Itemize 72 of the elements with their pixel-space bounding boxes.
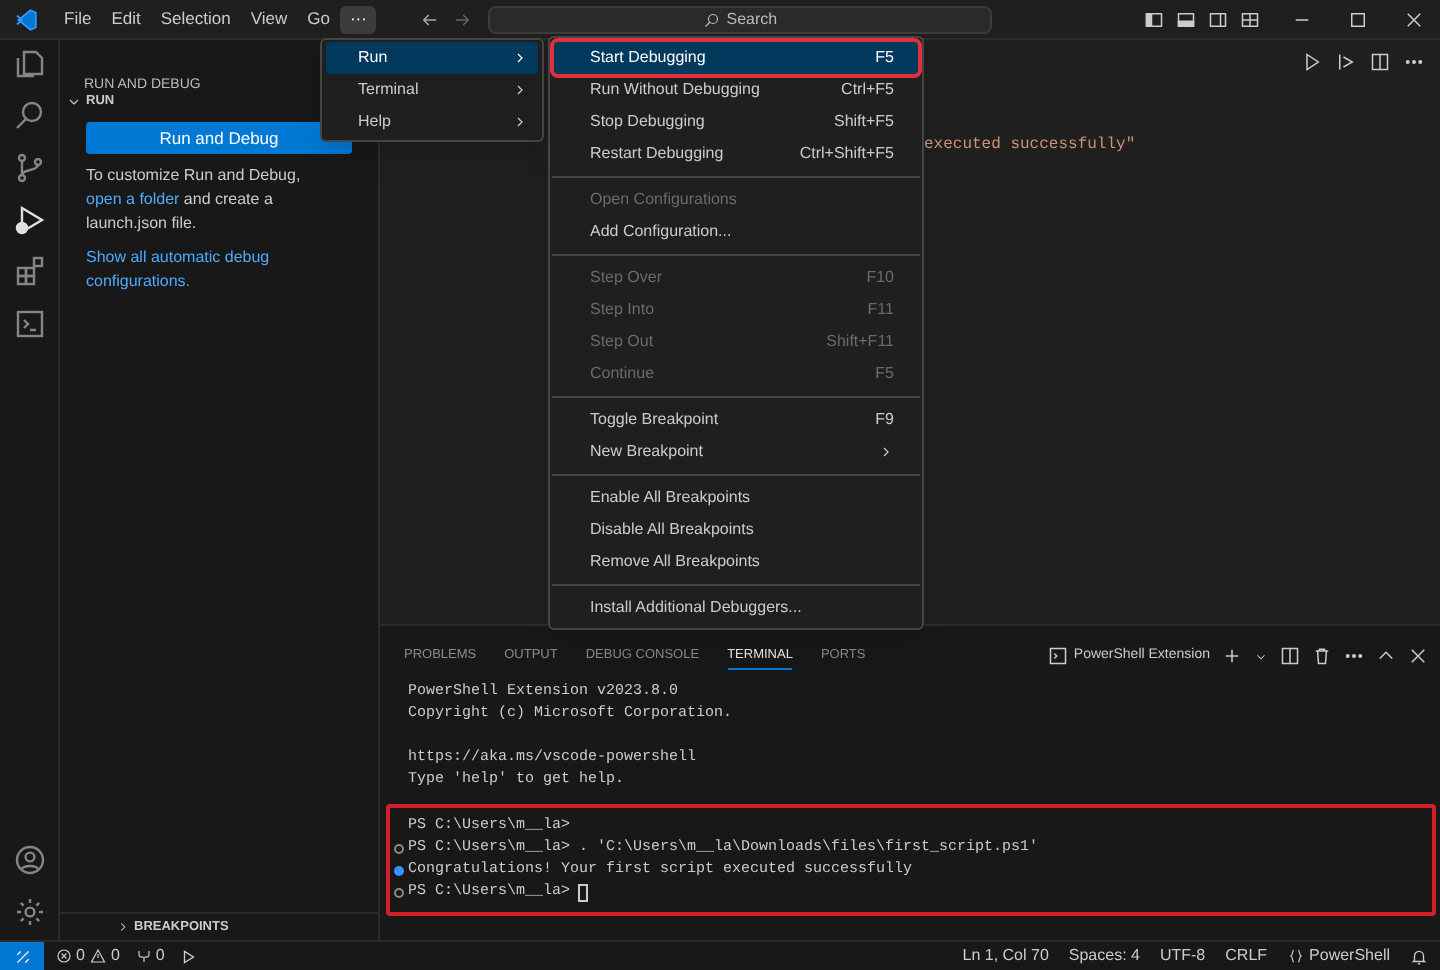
run-icon[interactable]: [1302, 52, 1322, 72]
close-icon[interactable]: [1408, 646, 1428, 666]
menu-item[interactable]: Start Debugging F5: [554, 42, 918, 74]
plus-icon[interactable]: [1222, 646, 1242, 666]
menu-item[interactable]: Disable All Breakpoints: [554, 514, 918, 546]
terminal-icon: [1047, 646, 1068, 666]
command-status-icon: [394, 888, 404, 898]
menu-bar-item[interactable]: Go: [297, 5, 340, 33]
menu-bar-item[interactable]: Selection: [150, 5, 241, 33]
language-mode[interactable]: PowerShell: [1309, 944, 1390, 968]
menu-bar-item[interactable]: Edit: [101, 5, 151, 33]
split-terminal-icon[interactable]: [1280, 646, 1300, 666]
panel-toggle-icon[interactable]: [1176, 9, 1196, 29]
warning-count[interactable]: 0: [110, 944, 120, 968]
sidebar-toggle-icon[interactable]: [1144, 9, 1164, 29]
status-item[interactable]: Ln 1, Col 70: [962, 944, 1049, 968]
cursor-icon: [578, 884, 589, 902]
ports-icon: [135, 948, 152, 964]
remote-icon: [13, 947, 31, 965]
extensions-icon[interactable]: [13, 256, 45, 288]
menu-item[interactable]: Terminal: [326, 74, 538, 106]
menu-bar-item[interactable]: ···: [339, 5, 377, 33]
run-and-debug-button[interactable]: Run and Debug: [86, 122, 352, 154]
search-icon[interactable]: [13, 100, 45, 132]
debug-configurations-link[interactable]: Show all automatic debug configurations.: [60, 246, 378, 294]
ports-count[interactable]: 0: [155, 944, 165, 968]
open-folder-link[interactable]: open a folder: [86, 190, 180, 208]
close-icon[interactable]: [1404, 9, 1424, 29]
command-status-icon: [394, 844, 404, 854]
menu-item[interactable]: Enable All Breakpoints: [554, 482, 918, 514]
back-arrow-icon[interactable]: [420, 9, 441, 29]
menu-item[interactable]: Run Without Debugging Ctrl+F5: [554, 74, 918, 106]
files-icon[interactable]: [13, 48, 45, 80]
chevron-down-icon[interactable]: [1254, 649, 1268, 663]
status-item[interactable]: CRLF: [1225, 944, 1268, 968]
app-logo-icon[interactable]: [14, 7, 38, 31]
branch-icon[interactable]: [13, 152, 45, 184]
menu-item[interactable]: Stop Debugging Shift+F5: [554, 106, 918, 138]
layout-icon[interactable]: [1240, 9, 1260, 29]
menu-item[interactable]: Add Configuration...: [554, 216, 918, 248]
status-item[interactable]: UTF-8: [1159, 944, 1206, 968]
description-text: To customize Run and Debug, open a folder and create a launch.json file.: [84, 164, 303, 236]
play-bug-icon[interactable]: [13, 204, 45, 236]
error-count[interactable]: 0: [76, 944, 85, 968]
search-icon: [704, 11, 721, 27]
trash-icon[interactable]: [1312, 646, 1332, 666]
search-field[interactable]: Search: [488, 5, 993, 33]
braces-icon: [1287, 948, 1304, 964]
chevron-right-icon: [878, 444, 894, 460]
status-item[interactable]: Spaces: 4: [1068, 944, 1140, 968]
error-icon: [56, 948, 72, 964]
menu-item[interactable]: Install Additional Debuggers...: [554, 592, 918, 624]
settings-icon[interactable]: [13, 896, 45, 928]
menu-item[interactable]: Restart Debugging Ctrl+Shift+F5: [554, 138, 918, 170]
menu-bar-item[interactable]: File: [54, 5, 102, 33]
menu-item[interactable]: Run: [326, 42, 538, 74]
chevron-right-icon[interactable]: [116, 920, 130, 934]
bell-icon[interactable]: [1410, 947, 1428, 965]
maximize-icon[interactable]: [1348, 9, 1368, 29]
split-editor-icon[interactable]: [1370, 52, 1390, 72]
chevron-down-icon[interactable]: [66, 94, 82, 110]
warning-icon: [90, 948, 107, 964]
command-status-icon: [394, 866, 404, 876]
menu-item[interactable]: Toggle Breakpoint F9: [554, 404, 918, 436]
code-text: executed successfully": [924, 136, 1136, 154]
menu-item[interactable]: Remove All Breakpoints: [554, 546, 918, 578]
menu-bar-item[interactable]: View: [240, 5, 298, 33]
menu-item[interactable]: New Breakpoint: [554, 436, 918, 468]
terminal-window-icon[interactable]: [13, 308, 45, 340]
secondary-sidebar-icon[interactable]: [1208, 9, 1228, 29]
forward-arrow-icon[interactable]: [452, 9, 473, 29]
account-icon[interactable]: [13, 844, 45, 876]
